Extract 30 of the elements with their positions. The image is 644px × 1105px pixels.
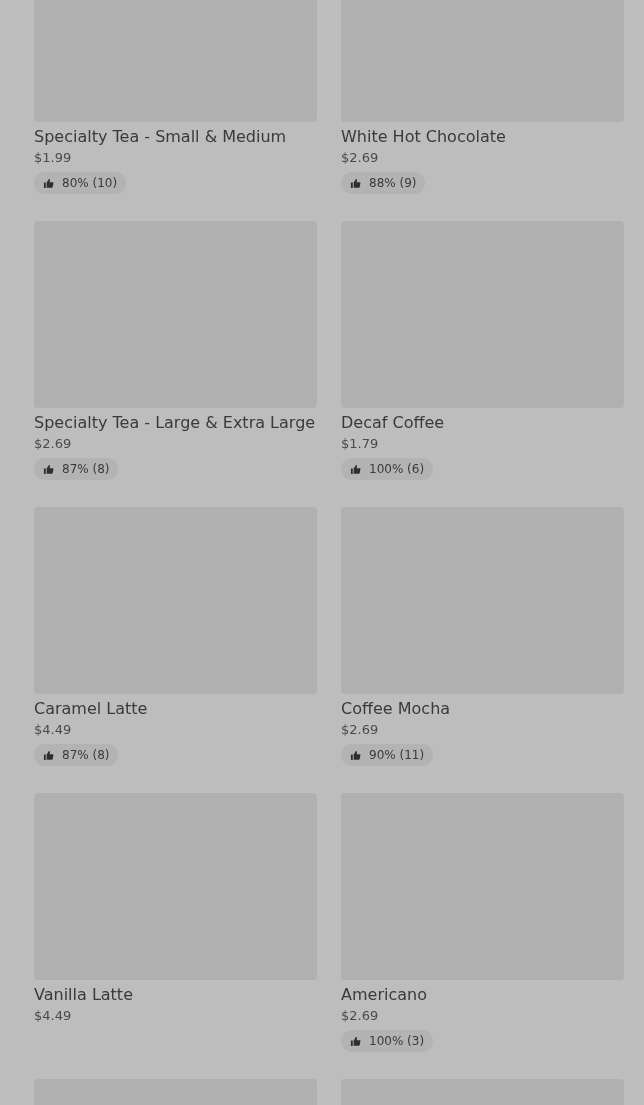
item-name[interactable]: Caramel Latte <box>34 699 317 719</box>
item-price: $2.69 <box>341 1007 380 1025</box>
rating-badge: 87% (8) <box>34 458 119 480</box>
item-name[interactable]: Americano <box>341 985 624 1005</box>
rating-badge: 87% (8) <box>34 744 119 766</box>
rating-badge: 90% (11) <box>341 744 434 766</box>
thumbs-up-icon <box>43 463 54 475</box>
item-price: $4.49 <box>34 1007 73 1025</box>
item-name[interactable]: Specialty Tea - Large & Extra Large <box>34 413 317 433</box>
item-price: $2.69 <box>341 721 380 739</box>
item-name[interactable]: Coffee Mocha <box>341 699 624 719</box>
item-name[interactable]: Specialty Tea - Small & Medium <box>34 127 317 147</box>
thumbs-up-icon <box>43 749 54 761</box>
item-price: $1.79 <box>341 435 380 453</box>
item-name[interactable]: Decaf Coffee <box>341 413 624 433</box>
thumbs-up-icon <box>350 1035 361 1047</box>
item-price: $2.69 <box>34 435 73 453</box>
thumbs-up-icon <box>350 463 361 475</box>
item-name[interactable]: Vanilla Latte <box>34 985 317 1005</box>
item-price: $4.49 <box>34 721 73 739</box>
rating-badge: 100% (3) <box>341 1030 434 1052</box>
thumbs-up-icon <box>43 177 54 189</box>
item-name[interactable]: White Hot Chocolate <box>341 127 624 147</box>
rating-badge: 88% (9) <box>341 172 426 194</box>
thumbs-up-icon <box>350 177 361 189</box>
thumbs-up-icon <box>350 749 361 761</box>
item-price: $1.99 <box>34 149 73 167</box>
rating-badge: 80% (10) <box>34 172 127 194</box>
item-price: $2.69 <box>341 149 380 167</box>
rating-badge: 100% (6) <box>341 458 434 480</box>
